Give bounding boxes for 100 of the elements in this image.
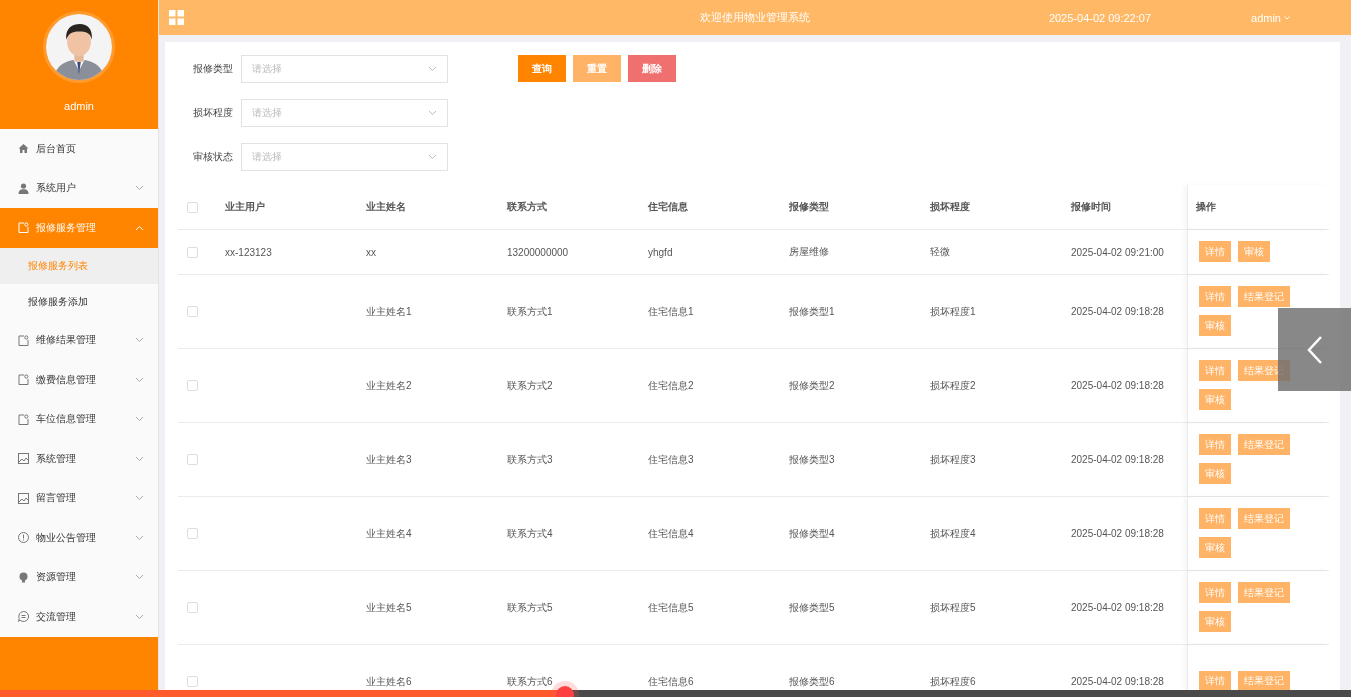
submenu-item[interactable]: 报修服务添加 bbox=[0, 284, 158, 321]
table-cell: 报修类型2 bbox=[789, 378, 835, 393]
action-button[interactable]: 审核 bbox=[1199, 315, 1231, 336]
table-cell: 报修类型3 bbox=[789, 452, 835, 467]
username: admin bbox=[64, 100, 94, 112]
select-field[interactable]: 请选择 bbox=[241, 99, 448, 127]
table-cell: 联系方式4 bbox=[507, 526, 553, 541]
action-button[interactable]: 结果登记 bbox=[1238, 286, 1290, 307]
menu-item[interactable]: 维修结果管理 bbox=[0, 320, 158, 360]
checkbox[interactable] bbox=[187, 380, 198, 391]
action-button[interactable]: 详情 bbox=[1199, 434, 1231, 455]
action-button[interactable]: 详情 bbox=[1199, 286, 1231, 307]
chat-icon bbox=[18, 611, 29, 623]
menu-item[interactable]: 物业公告管理 bbox=[0, 518, 158, 558]
table-cell: 2025-04-02 09:21:00 bbox=[1071, 246, 1164, 258]
table-cell: 轻微 bbox=[930, 245, 950, 259]
table-cell: 损坏程度4 bbox=[930, 526, 976, 541]
column-header: 操作 bbox=[1196, 200, 1216, 214]
table-cell: 联系方式1 bbox=[507, 304, 553, 319]
column-header: 住宅信息 bbox=[648, 200, 688, 214]
table-cell: 2025-04-02 09:18:28 bbox=[1071, 528, 1164, 539]
menu-icon[interactable] bbox=[169, 10, 184, 25]
table-cell: 2025-04-02 09:18:28 bbox=[1071, 602, 1164, 613]
table-cell: 住宅信息6 bbox=[648, 674, 694, 689]
user-menu[interactable]: admin bbox=[1251, 11, 1290, 24]
page-title: 欢迎使用物业管理系统 bbox=[700, 10, 810, 25]
action-button[interactable]: 详情 bbox=[1199, 241, 1231, 262]
action-button[interactable]: 结果登记 bbox=[1238, 582, 1290, 603]
checkbox[interactable] bbox=[187, 602, 198, 613]
menu-item[interactable]: 交流管理 bbox=[0, 597, 158, 637]
table-cell: 13200000000 bbox=[507, 246, 569, 258]
submenu-item[interactable]: 报修服务列表 bbox=[0, 247, 158, 284]
chevron-down-icon bbox=[428, 110, 437, 116]
checkbox[interactable] bbox=[187, 676, 198, 687]
column-header: 报修时间 bbox=[1071, 200, 1111, 214]
table-cell: 住宅信息4 bbox=[648, 526, 694, 541]
action-button[interactable]: 审核 bbox=[1238, 241, 1270, 262]
checkbox[interactable] bbox=[187, 246, 198, 258]
action-button[interactable]: 详情 bbox=[1199, 360, 1231, 381]
menu-item[interactable]: 资源管理 bbox=[0, 557, 158, 597]
menu-item[interactable]: 系统用户 bbox=[0, 168, 158, 208]
table-cell: 报修类型6 bbox=[789, 674, 835, 689]
datetime: 2025-04-02 09:22:07 bbox=[1048, 11, 1152, 24]
action-button[interactable]: 审核 bbox=[1199, 463, 1231, 484]
checkbox[interactable] bbox=[187, 528, 198, 539]
filter-label: 损坏程度 bbox=[193, 106, 233, 120]
table-cell: 2025-04-02 09:18:28 bbox=[1071, 380, 1164, 391]
menu-item[interactable]: 报修服务管理 bbox=[0, 208, 158, 248]
action-button[interactable]: 结果登记 bbox=[1238, 670, 1290, 692]
column-header: 报修类型 bbox=[789, 200, 829, 214]
lightbulb-icon bbox=[18, 571, 29, 583]
column-header: 联系方式 bbox=[507, 200, 547, 214]
table-cell: 损坏程度5 bbox=[930, 600, 976, 615]
action-button[interactable]: 审核 bbox=[1199, 537, 1231, 558]
menu-item[interactable]: 后台首页 bbox=[0, 129, 158, 169]
table-cell: 联系方式6 bbox=[507, 674, 553, 689]
document-icon bbox=[18, 334, 29, 346]
search-button[interactable]: 查询 bbox=[518, 55, 566, 82]
action-button[interactable]: 详情 bbox=[1199, 670, 1231, 692]
select-field[interactable]: 请选择 bbox=[241, 143, 448, 171]
filter-label: 审核状态 bbox=[193, 150, 233, 164]
action-button[interactable]: 详情 bbox=[1199, 582, 1231, 603]
table-cell: 住宅信息1 bbox=[648, 304, 694, 319]
action-button[interactable]: 审核 bbox=[1199, 611, 1231, 632]
caret-icon bbox=[1284, 15, 1290, 20]
table-cell: 业主姓名6 bbox=[366, 674, 412, 689]
action-button[interactable]: 审核 bbox=[1199, 389, 1231, 410]
checkbox[interactable] bbox=[187, 306, 198, 317]
menu-item[interactable]: 留言管理 bbox=[0, 478, 158, 518]
document-icon bbox=[18, 413, 29, 425]
image-icon bbox=[18, 492, 29, 504]
table-cell: 联系方式2 bbox=[507, 378, 553, 393]
column-header: 业主姓名 bbox=[366, 200, 406, 214]
delete-button[interactable]: 删除 bbox=[628, 55, 676, 82]
table-cell: yhgfd bbox=[648, 246, 673, 258]
table-cell: 损坏程度1 bbox=[930, 304, 976, 319]
table-cell: 损坏程度6 bbox=[930, 674, 976, 689]
table-cell: 损坏程度3 bbox=[930, 452, 976, 467]
info-icon bbox=[18, 532, 29, 544]
chevron-left-icon bbox=[1306, 335, 1323, 364]
table-cell: 业主姓名3 bbox=[366, 452, 412, 467]
chevron-down-icon bbox=[428, 66, 437, 72]
menu-item[interactable]: 系统管理 bbox=[0, 439, 158, 479]
select-field[interactable]: 请选择 bbox=[241, 55, 448, 83]
table-cell: 损坏程度2 bbox=[930, 378, 976, 393]
table-cell: 房屋维修 bbox=[789, 245, 829, 259]
action-button[interactable]: 详情 bbox=[1199, 508, 1231, 529]
chevron-down-icon bbox=[428, 154, 437, 160]
checkbox[interactable] bbox=[187, 454, 198, 465]
action-button[interactable]: 结果登记 bbox=[1238, 434, 1290, 455]
document-icon bbox=[18, 374, 29, 386]
column-header: 损坏程度 bbox=[930, 200, 970, 214]
menu-item[interactable]: 车位信息管理 bbox=[0, 399, 158, 439]
table-cell: 报修类型5 bbox=[789, 600, 835, 615]
table-cell: 2025-04-02 09:18:28 bbox=[1071, 306, 1164, 317]
table-cell: 2025-04-02 09:18:28 bbox=[1071, 454, 1164, 465]
action-button[interactable]: 结果登记 bbox=[1238, 508, 1290, 529]
menu-item[interactable]: 缴费信息管理 bbox=[0, 360, 158, 400]
checkbox[interactable] bbox=[187, 201, 198, 213]
reset-button[interactable]: 重置 bbox=[573, 55, 621, 82]
